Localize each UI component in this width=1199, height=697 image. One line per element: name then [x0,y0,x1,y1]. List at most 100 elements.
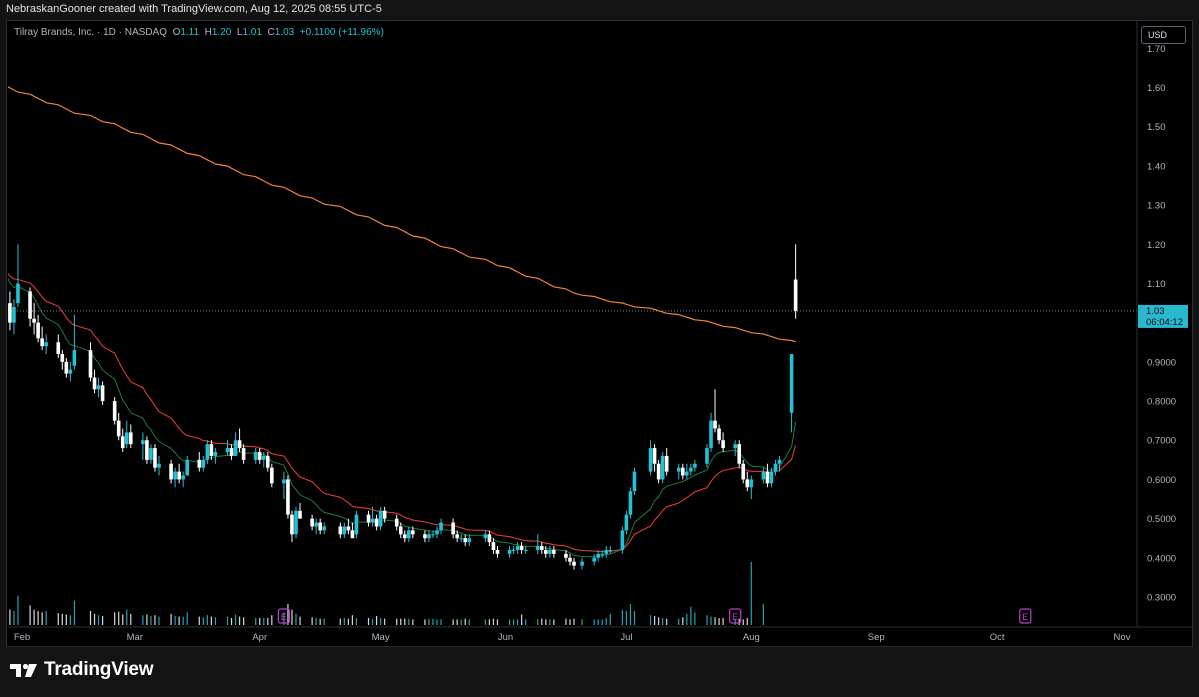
candle-body [153,448,157,468]
candle-body [181,475,185,480]
candle-body [624,514,629,531]
volume-bar [380,618,382,625]
candle-body [177,471,181,480]
candle-body [713,420,717,429]
volume-bar [706,615,708,625]
volume-bar [714,617,716,625]
candle-body [310,518,314,527]
volume-bar [621,609,623,625]
volume-bar [255,618,257,625]
candle-body [209,444,214,456]
y-tick-label: 0.9000 [1147,357,1176,368]
volume-bar [738,618,740,625]
candle [64,357,69,378]
candle-body [56,342,61,355]
volume-bar [9,609,11,625]
candle [749,475,754,500]
candle [8,291,12,331]
candle-body [382,510,387,519]
candle [314,518,318,535]
candle-body [455,534,459,539]
volume-bar [654,615,656,625]
close-value: 1.03 [274,27,295,38]
candle [88,342,93,382]
volume-bar [404,618,406,625]
volume-bar [549,619,551,625]
volume-bar [267,618,269,625]
volume-bar [396,618,398,625]
candle-body [435,530,439,535]
volume-bar [323,618,325,625]
candle-body [116,420,121,437]
candle [338,522,343,539]
volume-bar [101,615,104,625]
candle [535,534,540,554]
candle [548,546,552,558]
candle-body [721,440,725,449]
candle [789,354,794,433]
candle [366,510,371,527]
candle-body [257,451,262,460]
candle [173,467,177,488]
candle-body [652,448,657,464]
candle [495,546,500,558]
candle-body [16,283,20,304]
volume-bar [690,606,692,625]
candle-body [350,530,355,539]
volume-bar [170,613,172,625]
volume-bar [130,613,132,625]
candle-body [346,526,351,531]
candle-body [620,530,625,550]
candle [539,542,544,554]
volume-bar [343,618,345,625]
currency-button[interactable]: USD [1141,26,1186,44]
candle-body [314,522,318,527]
volume-bar [569,619,571,625]
candle-body [733,444,737,449]
candle [491,538,496,554]
candle [197,451,202,472]
volume-bar [319,618,321,625]
candle-body [765,471,770,484]
candle-body [270,467,274,484]
candle [487,530,492,547]
candle-body [568,557,572,562]
volume-bar [259,618,261,625]
volume-bar [367,618,370,625]
volume-bar [400,618,402,625]
candle [60,350,65,370]
candle-body [322,526,326,531]
volume-bar [65,614,67,625]
candle-body [378,510,383,527]
candle-body [8,303,12,323]
volume-bar [440,619,442,625]
ema-red-line [8,272,797,553]
candle [467,534,472,547]
volume-bar [351,615,354,625]
candle [350,522,355,539]
candle [40,326,44,351]
candle [100,381,105,405]
price-tag-countdown: 06:04:12 [1146,317,1183,328]
candle [741,459,746,484]
candle [580,557,584,570]
candle [185,455,190,476]
candle-body [120,436,125,449]
candle-body [539,546,544,550]
candle [515,542,520,554]
x-tick-label: Mar [127,632,143,643]
candle-body [564,553,568,558]
candle [656,459,661,484]
volume-bar [13,611,15,625]
x-tick-label: Aug [743,632,760,643]
volume-bar [456,619,458,625]
candle [233,432,238,456]
y-tick-label: 0.3000 [1147,593,1176,604]
x-tick-label: May [372,632,390,643]
candle [511,546,516,554]
x-tick-label: Sep [868,632,885,643]
tradingview-brand[interactable]: TradingView [10,659,154,681]
candle-body [519,546,524,550]
candle-body [544,549,548,554]
candlestick-chart[interactable]: E E E 0.3000 0.4000 0.5000 0.6000 0.7000 0.8000 0… [0,0,1199,648]
